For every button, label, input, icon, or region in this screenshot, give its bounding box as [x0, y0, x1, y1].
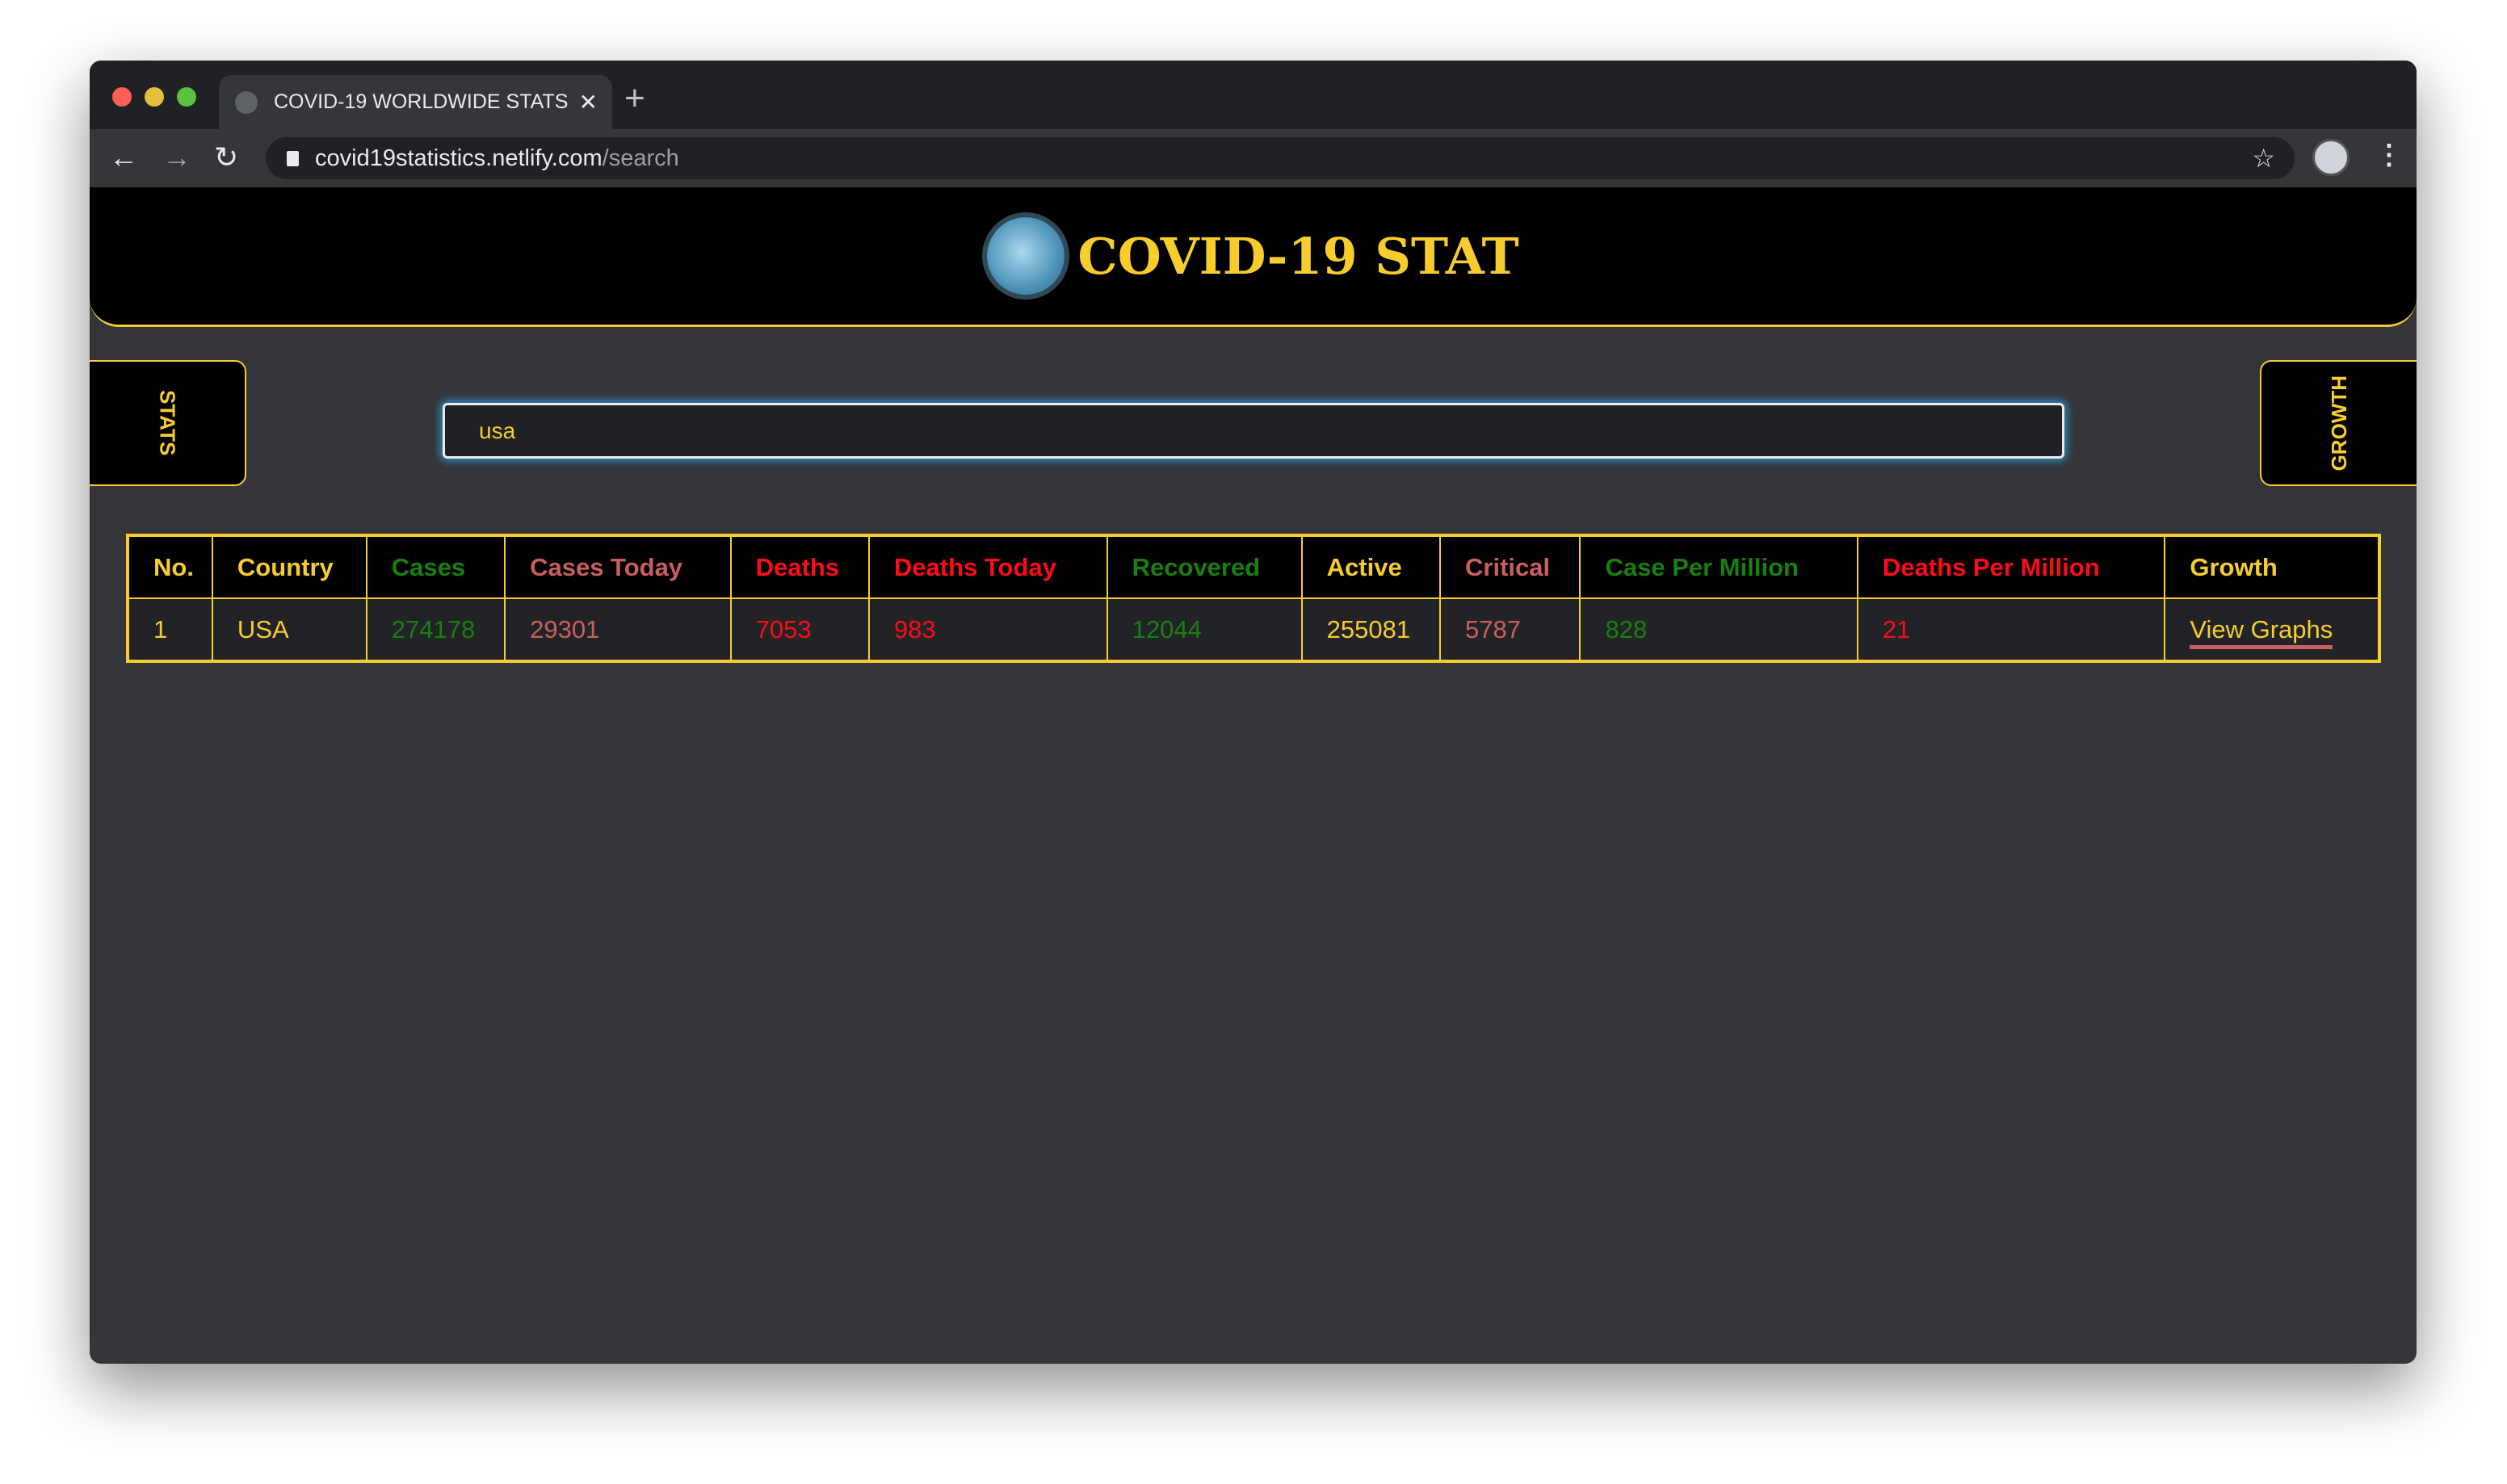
col-no: No.: [127, 534, 213, 599]
col-cases: Cases: [365, 534, 506, 599]
col-active: Active: [1300, 534, 1442, 599]
url-path: /search: [602, 145, 679, 171]
address-bar-row: ← → ↻ covid19statistics.netlify.com/sear…: [90, 129, 2417, 187]
growth-tab[interactable]: GROWTH: [2260, 360, 2417, 486]
browser-window: COVID-19 WORLDWIDE STATS ✕ + ← → ↻ covid…: [90, 61, 2417, 1364]
back-icon[interactable]: ←: [109, 140, 138, 174]
reload-icon[interactable]: ↻: [214, 140, 238, 174]
url-bar[interactable]: covid19statistics.netlify.com/search ☆: [266, 137, 2295, 179]
virus-logo-icon: [987, 217, 1065, 295]
col-growth: Growth: [2164, 534, 2380, 599]
profile-avatar[interactable]: [2312, 139, 2350, 176]
stats-tab[interactable]: STATS: [90, 360, 246, 486]
forward-icon[interactable]: →: [162, 140, 191, 174]
lock-icon: [287, 150, 299, 166]
cell-deaths: 7053: [729, 597, 870, 662]
cell-no: 1: [127, 597, 213, 662]
col-cases-today: Cases Today: [504, 534, 732, 599]
col-deaths: Deaths: [729, 534, 870, 599]
site-header: COVID-19 STAT: [90, 187, 2417, 327]
cell-cases: 274178: [365, 597, 506, 662]
view-graphs-link[interactable]: View Graphs: [2190, 614, 2333, 649]
country-search-input[interactable]: [443, 403, 2064, 459]
cell-active: 255081: [1300, 597, 1442, 662]
new-tab-button[interactable]: +: [624, 78, 645, 119]
stats-tab-label: STATS: [155, 390, 180, 456]
col-country: Country: [211, 534, 367, 599]
col-case-per-million: Case Per Million: [1579, 534, 1858, 599]
col-critical: Critical: [1439, 534, 1581, 599]
url-host: covid19statistics.netlify.com: [315, 145, 603, 171]
browser-menu-icon[interactable]: ⋮: [2375, 139, 2403, 171]
table-row: 1 USA 274178 29301 7053 983 12044 255081…: [127, 597, 2380, 662]
cell-country: USA: [211, 597, 367, 662]
cell-deaths-today: 983: [867, 597, 1108, 662]
col-recovered: Recovered: [1106, 534, 1303, 599]
cell-critical: 5787: [1439, 597, 1581, 662]
tab-bar: COVID-19 WORLDWIDE STATS ✕ +: [90, 61, 2417, 129]
cell-growth: View Graphs: [2164, 597, 2380, 662]
minimize-window-button[interactable]: [145, 87, 164, 107]
close-tab-icon[interactable]: ✕: [579, 89, 598, 115]
site-title: COVID-19 STAT: [1077, 226, 1519, 286]
maximize-window-button[interactable]: [177, 87, 196, 107]
cell-deaths-per-million: 21: [1856, 597, 2166, 662]
col-deaths-per-million: Deaths Per Million: [1856, 534, 2166, 599]
globe-icon: [235, 90, 258, 114]
browser-tab[interactable]: COVID-19 WORLDWIDE STATS ✕: [219, 75, 612, 129]
stats-table: No. Country Cases Cases Today Deaths Dea…: [126, 534, 2381, 663]
close-window-button[interactable]: [112, 87, 132, 107]
bookmark-star-icon[interactable]: ☆: [2252, 143, 2275, 174]
table-header-row: No. Country Cases Cases Today Deaths Dea…: [127, 534, 2380, 599]
cell-cases-today: 29301: [504, 597, 732, 662]
tab-title: COVID-19 WORLDWIDE STATS: [274, 90, 569, 113]
growth-tab-label: GROWTH: [2326, 375, 2351, 472]
col-deaths-today: Deaths Today: [867, 534, 1108, 599]
cell-case-per-million: 828: [1579, 597, 1858, 662]
cell-recovered: 12044: [1106, 597, 1303, 662]
